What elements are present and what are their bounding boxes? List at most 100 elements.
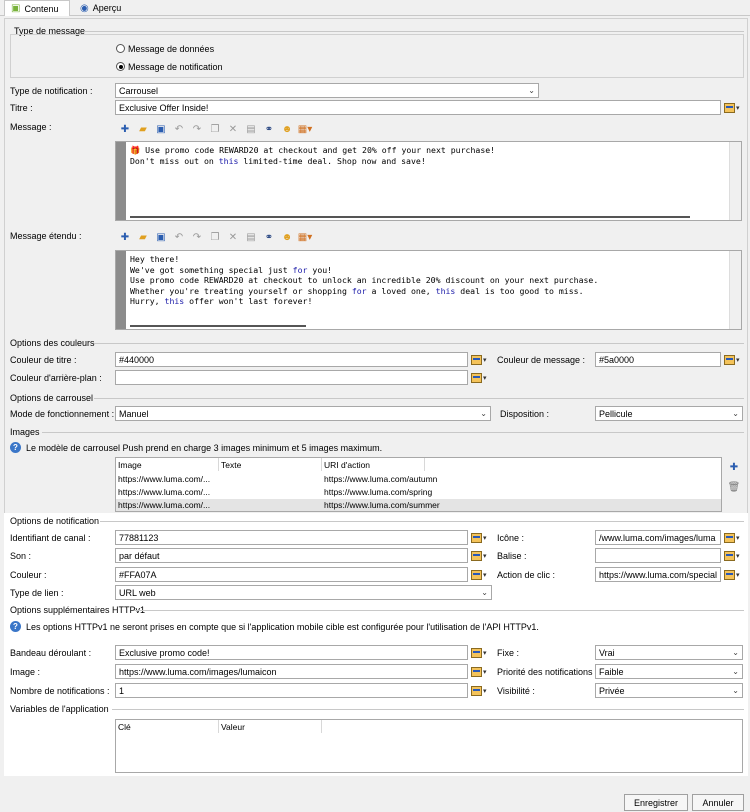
open-folder-icon[interactable]: ▰ bbox=[136, 122, 150, 136]
insert-menu-icon[interactable]: ▦▾ bbox=[298, 122, 312, 136]
balise-input[interactable] bbox=[595, 548, 721, 563]
son-input[interactable]: par défaut bbox=[115, 548, 468, 563]
son-insert-button[interactable]: ▾ bbox=[471, 549, 491, 563]
lien-label: Type de lien : bbox=[10, 588, 64, 598]
image-input[interactable]: https://www.luma.com/images/lumaicon bbox=[115, 664, 468, 679]
message-etendu-scrollbar[interactable] bbox=[729, 251, 741, 329]
nombre-insert-button[interactable]: ▾ bbox=[471, 684, 491, 698]
radio-message-donnees[interactable] bbox=[116, 44, 125, 53]
undo-icon[interactable]: ↶ bbox=[172, 122, 186, 136]
tab-apercu[interactable]: ◉ Aperçu bbox=[74, 0, 136, 16]
variables-table[interactable]: Clé Valeur bbox=[115, 719, 743, 773]
titre-label: Titre : bbox=[10, 103, 33, 113]
etendu-line-3: Use promo code REWARD20 at checkout to u… bbox=[130, 275, 599, 285]
disposition-select[interactable]: Pellicule ⌄ bbox=[595, 406, 743, 421]
redo-icon[interactable]: ↷ bbox=[190, 230, 204, 244]
find-icon[interactable]: ⚭ bbox=[262, 122, 276, 136]
titre-input[interactable]: Exclusive Offer Inside! bbox=[115, 100, 721, 115]
save-icon[interactable]: ▣ bbox=[154, 122, 168, 136]
message-label: Message : bbox=[10, 122, 52, 132]
section-title-httpv1: Options supplémentaires HTTPv1 bbox=[10, 605, 146, 615]
radio-label-notification: Message de notification bbox=[128, 62, 223, 72]
table-row[interactable]: https://www.luma.com/... https://www.luma… bbox=[116, 473, 721, 486]
couleur-titre-insert-button[interactable]: ▾ bbox=[471, 353, 491, 367]
paste-icon[interactable]: ▤ bbox=[244, 122, 258, 136]
section-title-carrousel: Options de carrousel bbox=[10, 393, 94, 403]
notification-type-label: Type de notification : bbox=[10, 86, 93, 96]
icone-label: Icône : bbox=[497, 533, 525, 543]
notification-type-select[interactable]: Carrousel ⌄ bbox=[115, 83, 539, 98]
icone-insert-button[interactable]: ▾ bbox=[724, 531, 744, 545]
images-info-text: Le modèle de carrousel Push prend en cha… bbox=[26, 443, 383, 453]
bandeau-input[interactable]: Exclusive promo code! bbox=[115, 645, 468, 660]
radio-message-notification[interactable] bbox=[116, 62, 125, 71]
message-scrollbar[interactable] bbox=[729, 142, 741, 220]
action-insert-button[interactable]: ▾ bbox=[724, 568, 744, 582]
section-title-images: Images bbox=[10, 427, 40, 437]
balise-insert-button[interactable]: ▾ bbox=[724, 549, 744, 563]
nombre-label: Nombre de notifications : bbox=[10, 686, 110, 696]
nombre-input[interactable]: 1 bbox=[115, 683, 468, 698]
message-editor[interactable]: 🎁 Use promo code REWARD20 at checkout an… bbox=[115, 141, 742, 221]
priorite-select[interactable]: Faible ⌄ bbox=[595, 664, 743, 679]
cut-icon[interactable]: ✕ bbox=[226, 122, 240, 136]
images-header-uri[interactable]: URI d'action bbox=[322, 458, 425, 471]
emoji-icon[interactable]: ☻ bbox=[280, 122, 294, 136]
new-icon[interactable]: ✚ bbox=[118, 230, 132, 244]
section-title-variables: Variables de l'application bbox=[10, 704, 109, 714]
httpv1-info-text: Les options HTTPv1 ne seront prises en c… bbox=[26, 622, 539, 632]
couleur-fond-input[interactable] bbox=[115, 370, 468, 385]
mode-select[interactable]: Manuel ⌄ bbox=[115, 406, 491, 421]
couleur-insert-button[interactable]: ▾ bbox=[471, 568, 491, 582]
icone-input[interactable]: /www.luma.com/images/luma bbox=[595, 530, 721, 545]
insert-field-icon bbox=[471, 648, 482, 658]
couleur-fond-insert-button[interactable]: ▾ bbox=[471, 371, 491, 385]
couleur-titre-input[interactable]: #440000 bbox=[115, 352, 468, 367]
new-icon[interactable]: ✚ bbox=[118, 122, 132, 136]
images-header-texte[interactable]: Texte bbox=[219, 458, 322, 471]
couleur-message-input[interactable]: #5a0000 bbox=[595, 352, 721, 367]
canal-input[interactable]: 77881123 bbox=[115, 530, 468, 545]
save-icon[interactable]: ▣ bbox=[154, 230, 168, 244]
table-row[interactable]: https://www.luma.com/... https://www.luma… bbox=[116, 499, 721, 511]
redo-icon[interactable]: ↷ bbox=[190, 122, 204, 136]
images-header-image[interactable]: Image bbox=[116, 458, 219, 471]
undo-icon[interactable]: ↶ bbox=[172, 230, 186, 244]
add-image-icon[interactable]: ✚ bbox=[727, 460, 741, 474]
section-title-couleurs: Options des couleurs bbox=[10, 338, 95, 348]
insert-field-icon bbox=[724, 103, 735, 113]
canal-insert-button[interactable]: ▾ bbox=[471, 531, 491, 545]
tab-contenu[interactable]: ▣ Contenu bbox=[4, 0, 70, 16]
fixe-select[interactable]: Vrai ⌄ bbox=[595, 645, 743, 660]
message-etendu-editor[interactable]: Hey there! We've got something special j… bbox=[115, 250, 742, 330]
table-row[interactable]: https://www.luma.com/... https://www.luma… bbox=[116, 486, 721, 499]
couleur-message-insert-button[interactable]: ▾ bbox=[724, 353, 744, 367]
cut-icon[interactable]: ✕ bbox=[226, 230, 240, 244]
titre-insert-button[interactable]: ▾ bbox=[724, 101, 744, 115]
open-folder-icon[interactable]: ▰ bbox=[136, 230, 150, 244]
visibilite-select[interactable]: Privée ⌄ bbox=[595, 683, 743, 698]
son-label: Son : bbox=[10, 551, 32, 561]
cancel-button[interactable]: Annuler bbox=[692, 794, 744, 811]
etendu-line-1: Hey there! bbox=[130, 254, 180, 264]
copy-icon[interactable]: ❐ bbox=[208, 122, 222, 136]
lien-select[interactable]: URL web ⌄ bbox=[115, 585, 492, 600]
copy-icon[interactable]: ❐ bbox=[208, 230, 222, 244]
insert-menu-icon[interactable]: ▦▾ bbox=[298, 230, 312, 244]
trash-icon[interactable]: 🗑 bbox=[727, 480, 741, 494]
insert-field-icon bbox=[724, 533, 735, 543]
visibilite-label: Visibilité : bbox=[497, 686, 535, 696]
save-button[interactable]: Enregistrer bbox=[624, 794, 688, 811]
find-icon[interactable]: ⚭ bbox=[262, 230, 276, 244]
bandeau-insert-button[interactable]: ▾ bbox=[471, 646, 491, 660]
couleur-label: Couleur : bbox=[10, 570, 47, 580]
variables-header-valeur[interactable]: Valeur bbox=[219, 720, 322, 733]
images-table: Image Texte URI d'action https://www.lum… bbox=[115, 457, 722, 512]
action-input[interactable]: https://www.luma.com/special bbox=[595, 567, 721, 582]
couleur-input[interactable]: #FFA07A bbox=[115, 567, 468, 582]
emoji-icon[interactable]: ☻ bbox=[280, 230, 294, 244]
image-insert-button[interactable]: ▾ bbox=[471, 665, 491, 679]
variables-header-cle[interactable]: Clé bbox=[116, 720, 219, 733]
insert-field-icon bbox=[471, 533, 482, 543]
paste-icon[interactable]: ▤ bbox=[244, 230, 258, 244]
